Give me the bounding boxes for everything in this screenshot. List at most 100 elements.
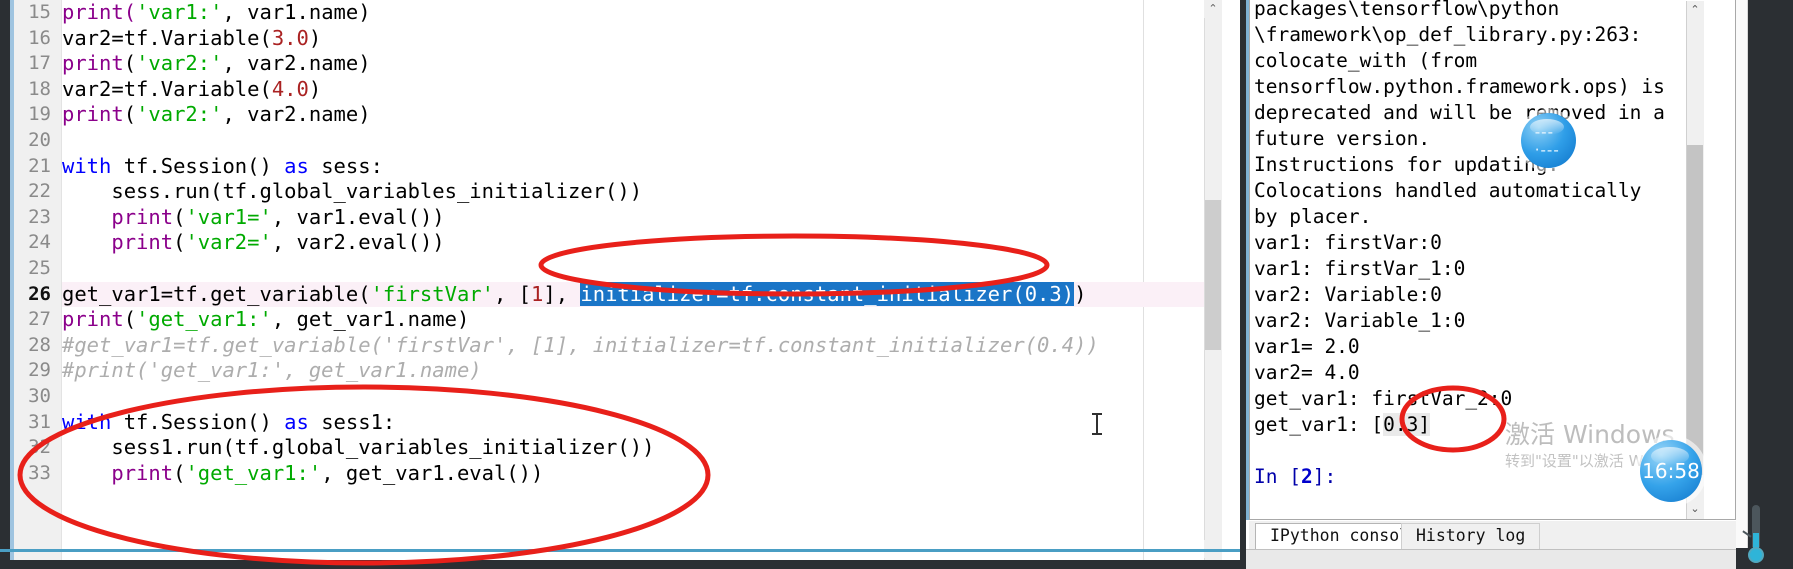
code-line[interactable]: 24 print('var2=', var2.eval()) (14, 230, 1204, 256)
console-tab-bar[interactable]: IPython console History log (1249, 521, 1736, 549)
console-output-line: future version. (1254, 127, 1431, 150)
code-token: #print('get_var1:', get_var1.name) (62, 358, 482, 383)
console-output-line: var2: Variable_1:0 (1254, 309, 1466, 332)
code-token: 'get_var1:' (185, 460, 322, 485)
editor-code-area[interactable]: 15 print('var1:', var1.name) 16 var2=tf.Var… (14, 0, 1204, 560)
console-vertical-scrollbar-thumb[interactable] (1687, 145, 1703, 475)
code-line-text[interactable]: sess.run(tf.global_variables_initializer… (62, 179, 642, 205)
code-token: tf.Session() (111, 153, 285, 178)
line-number: 19 (28, 103, 51, 126)
code-line-text[interactable]: get_var1=tf.get_variable('firstVar', [1]… (62, 281, 1086, 308)
code-token: var2=tf.Variable( (62, 25, 272, 50)
code-line[interactable]: 31 with tf.Session() as sess1: (14, 410, 1204, 436)
code-line-text[interactable]: #print('get_var1:', get_var1.name) (62, 358, 482, 384)
code-token: print (111, 230, 174, 255)
code-line-text[interactable]: sess1.run(tf.global_variables_initialize… (62, 435, 654, 461)
line-number: 21 (28, 154, 51, 177)
code-token: 'var2:' (136, 102, 223, 127)
code-line[interactable]: 23 print('var1=', var1.eval()) (14, 205, 1204, 231)
line-number: 18 (28, 77, 51, 100)
code-line-text[interactable]: print('var2:', var2.name) (62, 51, 371, 77)
code-token: 'var2=' (185, 230, 272, 255)
line-number: 20 (28, 128, 51, 151)
code-line[interactable]: 29 #print('get_var1:', get_var1.name) (14, 358, 1204, 384)
code-line-text[interactable]: print('var1=', var1.eval()) (62, 204, 444, 231)
code-token: ) (308, 76, 322, 101)
code-line[interactable]: 16 var2=tf.Variable(3.0) (14, 26, 1204, 52)
code-token: , var2.eval()) (271, 230, 445, 255)
prompt-number: 2 (1300, 465, 1313, 488)
code-line-text[interactable]: print('var2=', var2.eval()) (62, 230, 445, 256)
clock-time-label: 16:58 (1642, 459, 1700, 483)
widget-dash-label: ---·--- (1534, 122, 1560, 159)
code-line-text[interactable]: with tf.Session() as sess: (62, 154, 383, 180)
console-output-line: colocate_with (from (1254, 49, 1478, 72)
code-line[interactable]: 22 sess.run(tf.global_variables_initiali… (14, 179, 1204, 205)
desktop-clock-widget[interactable]: 16:58 (1640, 440, 1702, 502)
code-token: ( (173, 230, 186, 255)
code-line[interactable]: 20 (14, 128, 1204, 154)
editor-vertical-scrollbar-thumb[interactable] (1205, 200, 1221, 350)
code-line[interactable]: 26 get_var1=tf.get_variable('firstVar', [… (14, 281, 1204, 308)
code-line[interactable]: 21 with tf.Session() as sess: (14, 154, 1204, 180)
code-line[interactable]: 19 print('var2:', var2.name) (14, 102, 1204, 128)
code-token: 'var2:' (136, 51, 223, 76)
console-output-line: deprecated and will be removed in a (1254, 101, 1665, 124)
code-token: 4.0 (271, 76, 309, 101)
console-output-line: get_var1: [0.3] (1254, 412, 1684, 438)
code-token: print (111, 204, 174, 229)
code-token: get_var1=tf.get_variable( (62, 281, 371, 306)
tab-history-log[interactable]: History log (1401, 523, 1541, 549)
code-token: with (62, 153, 112, 178)
console-output-line: Instructions for updating: (1254, 153, 1560, 176)
code-line-text[interactable]: print('var2:', var2.name) (62, 102, 371, 128)
code-line-text[interactable]: var2=tf.Variable(3.0) (62, 26, 321, 52)
code-line-text[interactable]: print('var1:', var1.name) (62, 0, 371, 26)
code-line[interactable]: 25 (14, 256, 1204, 282)
code-line[interactable]: 15 print('var1:', var1.name) (14, 0, 1204, 26)
console-output-text[interactable]: packages\tensorflow\python \framework\op_… (1254, 0, 1684, 510)
editor-scroll-up-icon[interactable]: ⌃ (1204, 0, 1222, 18)
code-line[interactable]: 33 print('get_var1:', get_var1.eval()) (14, 461, 1204, 487)
console-scroll-down-icon[interactable]: ⌄ (1687, 500, 1703, 518)
line-number: 23 (28, 205, 51, 228)
desktop-blue-widget[interactable]: ---·--- (1521, 113, 1576, 168)
code-line-text[interactable]: var2=tf.Variable(4.0) (62, 77, 321, 103)
code-line-text[interactable]: print('get_var1:', get_var1.name) (62, 307, 469, 333)
console-token: get_var1: [ (1254, 413, 1384, 436)
code-line[interactable]: 18 var2=tf.Variable(4.0) (14, 77, 1204, 103)
code-line-text[interactable]: #get_var1=tf.get_variable('firstVar', [1… (62, 333, 1099, 359)
line-number: 27 (28, 308, 51, 331)
console-scroll-up-icon[interactable]: ⌃ (1687, 2, 1703, 18)
console-input-prompt[interactable]: In [2]: (1254, 464, 1684, 490)
code-line-text[interactable]: with tf.Session() as sess1: (62, 410, 395, 436)
code-token: sess.run(tf.global_variables_initializer… (62, 179, 643, 204)
console-output-line: var2: Variable:0 (1254, 283, 1442, 306)
code-line[interactable]: 27 print('get_var1:', get_var1.name) (14, 307, 1204, 333)
console-bottom-strip (1246, 549, 1736, 569)
code-token: print( (62, 0, 137, 24)
code-token: 'firstVar' (370, 281, 494, 306)
line-number: 17 (28, 52, 51, 75)
spyder-ide-window: 15 print('var1:', var1.name) 16 var2=tf.Var… (0, 0, 1793, 569)
code-line-text[interactable]: print('get_var1:', get_var1.eval()) (62, 461, 543, 487)
code-token: 'get_var1:' (136, 307, 272, 332)
code-token: with (62, 409, 112, 434)
code-token: ( (123, 102, 137, 127)
console-output-line: get_var1: firstVar_2:0 (1254, 387, 1513, 410)
code-line[interactable]: 32 sess1.run(tf.global_variables_initial… (14, 435, 1204, 461)
code-line[interactable]: 17 print('var2:', var2.name) (14, 51, 1204, 77)
code-token: , get_var1.name) (271, 307, 470, 332)
thermometer-icon[interactable] (1742, 505, 1764, 567)
desktop-white-column (1736, 0, 1748, 548)
code-line[interactable]: 30 (14, 384, 1204, 410)
code-token: , [ (493, 281, 532, 306)
code-line[interactable]: 28 #get_var1=tf.get_variable('firstVar', … (14, 333, 1204, 359)
line-number: 31 (28, 410, 51, 433)
code-token: 1 (531, 281, 544, 306)
code-editor-pane[interactable]: 15 print('var1:', var1.name) 16 var2=tf.Var… (0, 0, 1240, 560)
code-token: print (62, 102, 124, 127)
